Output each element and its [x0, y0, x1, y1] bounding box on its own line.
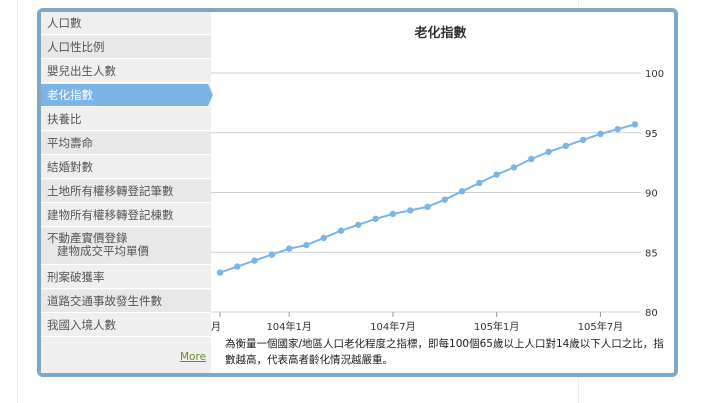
- aging-index-line-chart: 80 85 90 95 100 月 104年1月 104年7月 105年1月 105年7月: [211, 69, 664, 333]
- sidebar-item-population[interactable]: 人口數: [41, 12, 211, 35]
- x-tick-label: 105年1月: [474, 320, 519, 333]
- series-line: [219, 123, 636, 274]
- data-point[interactable]: [389, 210, 397, 218]
- data-point[interactable]: [251, 257, 258, 264]
- page-edge: [17, 0, 18, 403]
- y-tick-label: 95: [645, 129, 658, 140]
- sidebar-item-real-estate-price[interactable]: 不動產實價登錄 建物成交平均單價: [41, 228, 211, 265]
- data-point[interactable]: [597, 130, 604, 138]
- data-point[interactable]: [268, 251, 276, 258]
- statistics-widget: 人口數 人口性比例 嬰兒出生人數 老化指數 扶養比 平均壽命 結婚對數 土地所有…: [37, 8, 678, 377]
- data-point[interactable]: [562, 142, 570, 150]
- more-link[interactable]: More: [180, 351, 206, 363]
- y-tick-label: 80: [645, 308, 658, 319]
- data-point[interactable]: [528, 155, 535, 163]
- data-point[interactable]: [320, 234, 327, 242]
- y-tick-label: 100: [645, 69, 664, 80]
- chart-grid: [211, 72, 641, 313]
- data-point[interactable]: [441, 196, 448, 203]
- data-point[interactable]: [614, 125, 621, 133]
- data-point[interactable]: [234, 263, 241, 270]
- sidebar-item-life-expectancy[interactable]: 平均壽命: [41, 132, 211, 155]
- data-point[interactable]: [458, 188, 466, 195]
- chart-description: 為衡量一個國家/地區人口老化程度之指標，即每100個65歲以上人口對14歲以下人…: [225, 338, 664, 366]
- indicator-sidebar: 人口數 人口性比例 嬰兒出生人數 老化指數 扶養比 平均壽命 結婚對數 土地所有…: [41, 12, 213, 373]
- data-point[interactable]: [285, 245, 293, 252]
- chart-title: 老化指數: [414, 26, 467, 41]
- x-tick-label: 月: [211, 321, 221, 333]
- sidebar-item-building-transfers[interactable]: 建物所有權移轉登記棟數: [41, 204, 211, 227]
- data-point[interactable]: [303, 241, 310, 249]
- x-tick-label: 105年7月: [578, 320, 623, 333]
- sidebar-item-births[interactable]: 嬰兒出生人數: [41, 60, 211, 83]
- y-axis-ticks: 80 85 90 95 100: [645, 69, 664, 319]
- data-point[interactable]: [355, 221, 362, 228]
- data-point[interactable]: [510, 164, 518, 171]
- data-point[interactable]: [493, 171, 500, 178]
- sidebar-item-aging-index[interactable]: 老化指數: [41, 84, 213, 107]
- sidebar-item-crime-clearance[interactable]: 刑案破獲率: [41, 266, 211, 289]
- data-point[interactable]: [216, 269, 224, 276]
- data-point[interactable]: [631, 121, 639, 128]
- sidebar-item-land-transfers[interactable]: 土地所有權移轉登記筆數: [41, 180, 211, 203]
- data-point[interactable]: [476, 179, 483, 187]
- sidebar-item-sex-ratio[interactable]: 人口性比例: [41, 36, 211, 59]
- x-tick-label: 104年7月: [370, 320, 415, 333]
- x-axis-ticks: 月 104年1月 104年7月 105年1月 105年7月: [211, 312, 623, 333]
- data-point[interactable]: [337, 227, 345, 234]
- data-point[interactable]: [545, 148, 552, 156]
- x-tick-label: 104年1月: [266, 320, 311, 333]
- sidebar-item-label-line2: 建物成交平均單價: [57, 244, 149, 258]
- sidebar-item-traffic-accidents[interactable]: 道路交通事故發生件數: [41, 290, 211, 313]
- sidebar-item-dependency-ratio[interactable]: 扶養比: [41, 108, 211, 131]
- sidebar-item-inbound-travelers[interactable]: 我國入境人數: [41, 314, 211, 337]
- data-point[interactable]: [407, 207, 414, 214]
- data-point[interactable]: [579, 136, 587, 144]
- data-point[interactable]: [424, 203, 431, 211]
- data-point[interactable]: [372, 215, 379, 222]
- sidebar-item-marriages[interactable]: 結婚對數: [41, 156, 211, 179]
- y-tick-label: 85: [645, 248, 658, 259]
- y-tick-label: 90: [645, 189, 658, 200]
